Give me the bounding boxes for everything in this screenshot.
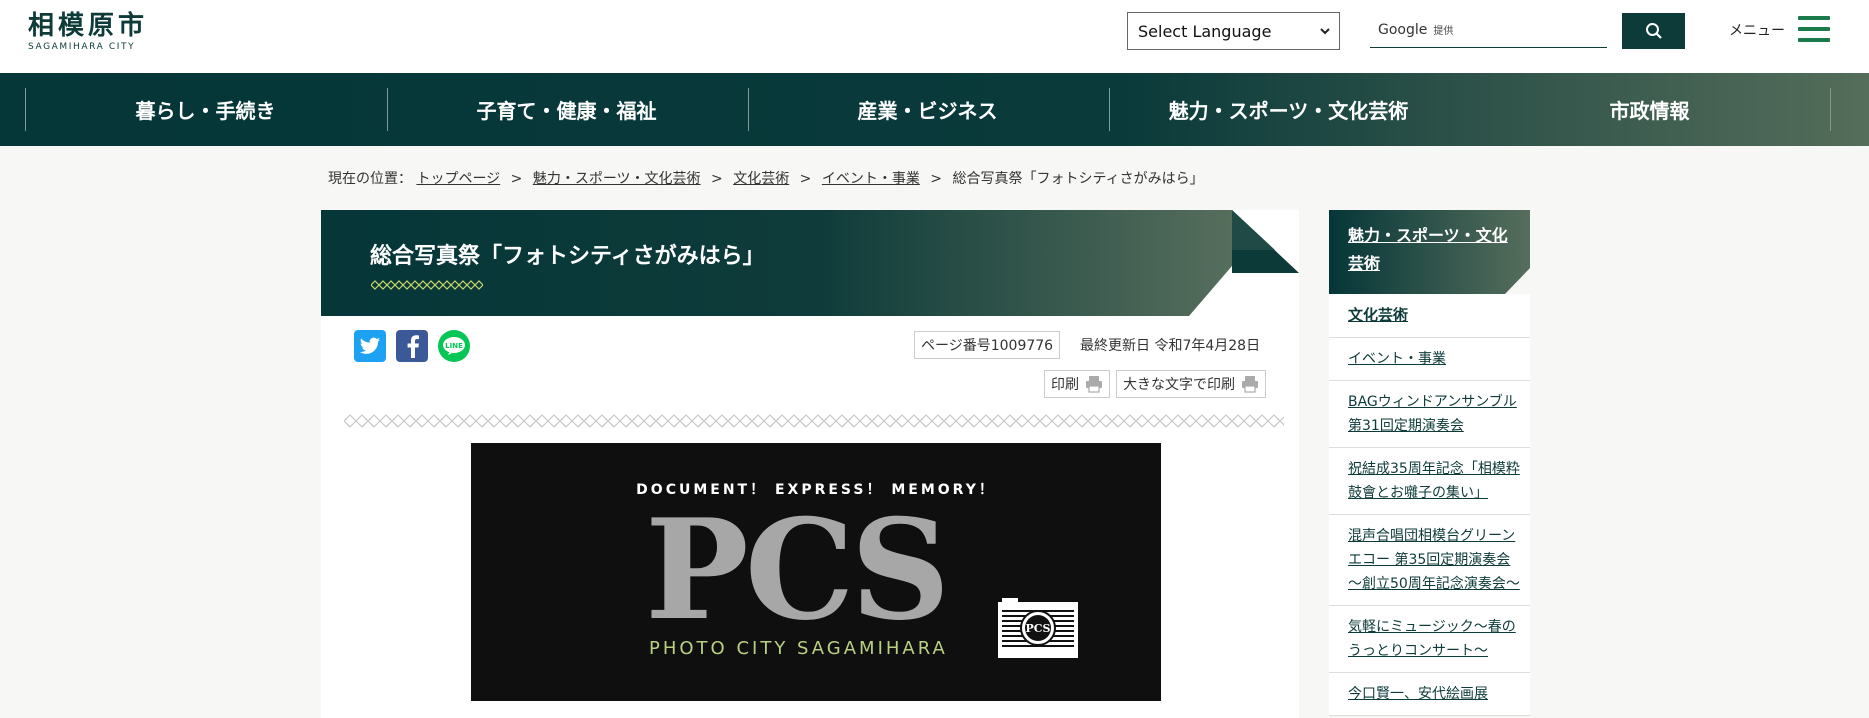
sidebar-list: 文化芸術 イベント・事業 BAGウィンドアンサンブル 第31回定期演奏会 祝結成… bbox=[1329, 294, 1530, 716]
event-banner-image: DOCUMENT！ EXPRESS！ MEMORY！ PCS PHOTO CIT… bbox=[471, 443, 1161, 701]
sidebar: 魅力・スポーツ・文化芸術 文化芸術 イベント・事業 BAGウィンドアンサンブル … bbox=[1329, 210, 1530, 716]
sidebar-item-label: 文化芸術 bbox=[1348, 306, 1409, 324]
svg-text:LINE: LINE bbox=[445, 342, 463, 350]
search-button[interactable] bbox=[1622, 13, 1685, 49]
menu-label[interactable]: メニュー bbox=[1729, 20, 1785, 40]
gnav-label: 市政情報 bbox=[1609, 99, 1690, 123]
breadcrumb-separator: > bbox=[711, 171, 723, 187]
breadcrumb-current: 総合写真祭「フォトシティさがみはら」 bbox=[952, 171, 1204, 187]
logo-english: SAGAMIHARA CITY bbox=[28, 42, 136, 52]
gnav-label: 産業・ビジネス bbox=[857, 99, 998, 123]
page-title: 総合写真祭「フォトシティさがみはら」 bbox=[370, 244, 765, 269]
logo-japanese: 相模原市 bbox=[28, 11, 149, 41]
gnav-item-business[interactable]: 産業・ビジネス bbox=[747, 73, 1108, 146]
pcs-camera-logo: PCS bbox=[998, 598, 1078, 658]
sidebar-item-label: 今口賢一、安代絵画展 bbox=[1348, 686, 1488, 702]
language-select-label: Select Language bbox=[1138, 21, 1272, 41]
language-select[interactable]: Select Language bbox=[1127, 12, 1340, 50]
gnav-label: 暮らし・手続き bbox=[135, 99, 276, 123]
pattern-divider bbox=[344, 414, 1284, 428]
hamburger-menu-icon[interactable] bbox=[1798, 16, 1830, 42]
sidebar-item-label: 祝結成35周年記念「相模粋鼓會とお囃子の集い」 bbox=[1348, 461, 1520, 501]
sidebar-item-arts[interactable]: 文化芸術 bbox=[1329, 294, 1530, 338]
sidebar-heading[interactable]: 魅力・スポーツ・文化芸術 bbox=[1329, 210, 1530, 294]
breadcrumb-separator: > bbox=[510, 171, 523, 187]
main-content: 総合写真祭「フォトシティさがみはら」 LINE ページ番号1009776 最終更… bbox=[321, 210, 1299, 718]
printer-icon bbox=[1242, 376, 1258, 393]
breadcrumb-separator: > bbox=[799, 171, 812, 187]
sidebar-item-events[interactable]: イベント・事業 bbox=[1329, 338, 1530, 381]
global-nav: 暮らし・手続き 子育て・健康・福祉 産業・ビジネス 魅力・スポーツ・文化芸術 市… bbox=[0, 73, 1869, 146]
line-icon[interactable]: LINE bbox=[438, 330, 470, 362]
gnav-item-living[interactable]: 暮らし・手続き bbox=[25, 73, 386, 146]
sidebar-item-taiko[interactable]: 祝結成35周年記念「相模粋鼓會とお囃子の集い」 bbox=[1329, 448, 1530, 515]
search-input[interactable]: Google 提供 bbox=[1370, 12, 1607, 48]
breadcrumb-separator: > bbox=[930, 171, 943, 187]
sidebar-item-label: 気軽にミュージック～春のうっとりコンサート～ bbox=[1348, 619, 1516, 659]
printer-icon bbox=[1086, 376, 1102, 393]
gnav-item-culture[interactable]: 魅力・スポーツ・文化芸術 bbox=[1108, 73, 1469, 146]
sidebar-item-bag-concert[interactable]: BAGウィンドアンサンブル 第31回定期演奏会 bbox=[1329, 381, 1530, 448]
breadcrumb-link-culture[interactable]: 魅力・スポーツ・文化芸術 bbox=[533, 171, 701, 187]
social-share: LINE bbox=[354, 330, 470, 362]
facebook-icon[interactable] bbox=[396, 330, 428, 362]
gnav-item-welfare[interactable]: 子育て・健康・福祉 bbox=[386, 73, 747, 146]
google-provided-label: 提供 bbox=[1433, 26, 1454, 37]
gnav-label: 子育て・健康・福祉 bbox=[476, 99, 657, 123]
print-large-label: 大きな文字で印刷 bbox=[1123, 377, 1235, 393]
gnav-item-city-admin[interactable]: 市政情報 bbox=[1469, 73, 1830, 146]
gnav-label: 魅力・スポーツ・文化芸術 bbox=[1168, 99, 1409, 123]
search-icon bbox=[1645, 23, 1662, 39]
print-label: 印刷 bbox=[1051, 377, 1079, 393]
breadcrumb: 現在の位置： トップページ > 魅力・スポーツ・文化芸術 > 文化芸術 > イベ… bbox=[328, 168, 1204, 188]
banner-subtitle: PHOTO CITY SAGAMIHARA bbox=[649, 638, 948, 659]
svg-text:PCS: PCS bbox=[1026, 622, 1051, 635]
print-large-button[interactable]: 大きな文字で印刷 bbox=[1116, 370, 1266, 398]
site-header: 相模原市 SAGAMIHARA CITY Select Language Goo… bbox=[0, 0, 1869, 73]
twitter-icon[interactable] bbox=[354, 330, 386, 362]
banner-logo-text: PCS bbox=[645, 488, 950, 651]
sidebar-item-exhibition[interactable]: 今口賢一、安代絵画展 bbox=[1329, 673, 1530, 716]
google-label: Google bbox=[1378, 21, 1428, 38]
breadcrumb-prefix: 現在の位置： bbox=[328, 171, 412, 187]
sidebar-item-spring-concert[interactable]: 気軽にミュージック～春のうっとりコンサート～ bbox=[1329, 606, 1530, 673]
page-number: ページ番号1009776 bbox=[914, 331, 1061, 359]
breadcrumb-link-top[interactable]: トップページ bbox=[416, 171, 500, 187]
sidebar-item-label: イベント・事業 bbox=[1348, 351, 1446, 367]
print-button[interactable]: 印刷 bbox=[1044, 370, 1110, 398]
site-logo[interactable]: 相模原市 SAGAMIHARA CITY bbox=[28, 12, 158, 52]
sidebar-heading-label: 魅力・スポーツ・文化芸術 bbox=[1348, 226, 1508, 273]
sidebar-item-label: BAGウィンドアンサンブル 第31回定期演奏会 bbox=[1348, 394, 1517, 434]
breadcrumb-link-arts[interactable]: 文化芸術 bbox=[733, 171, 789, 187]
title-decoration bbox=[371, 280, 483, 290]
breadcrumb-link-events[interactable]: イベント・事業 bbox=[822, 171, 920, 187]
sidebar-item-label: 混声合唱団相模台グリーンエコー 第35回定期演奏会～創立50周年記念演奏会～ bbox=[1348, 528, 1520, 592]
last-updated: 最終更新日 令和7年4月28日 bbox=[1080, 338, 1261, 354]
chevron-down-icon bbox=[1320, 28, 1330, 35]
sidebar-item-choir[interactable]: 混声合唱団相模台グリーンエコー 第35回定期演奏会～創立50周年記念演奏会～ bbox=[1329, 515, 1530, 606]
